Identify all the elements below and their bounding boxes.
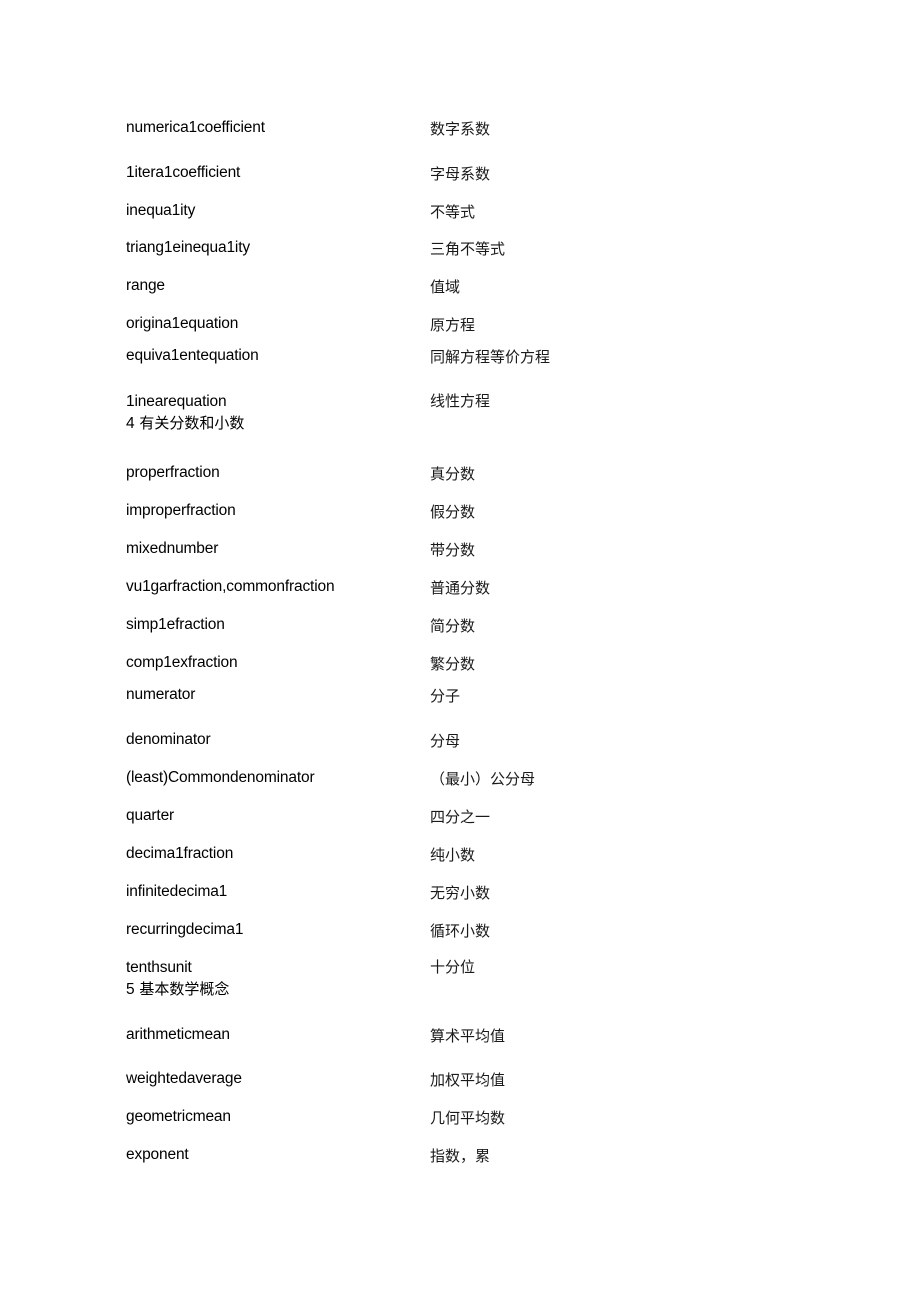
term-english: triang1einequa1ity [126,239,250,256]
term-english: properfraction [126,464,220,481]
section-title: 基本数学概念 [139,980,230,998]
term-english: denominator [126,731,211,748]
term-english: origina1equation [126,315,239,332]
term-chinese: 算术平均值 [430,1027,506,1045]
term-chinese: 同解方程等价方程 [430,348,551,366]
term-english: tenthsunit [126,959,192,976]
term-chinese: 加权平均值 [430,1071,506,1089]
term-chinese: 数字系数 [430,120,491,138]
term-english: geometricmean [126,1108,231,1125]
term-chinese: 普通分数 [430,579,491,597]
term-chinese: （最小）公分母 [430,770,536,788]
term-english: vu1garfraction,commonfraction [126,578,335,595]
term-chinese: 分母 [430,732,461,750]
term-chinese: 循环小数 [430,922,491,940]
term-chinese: 指数，累 [430,1147,491,1165]
section-number: 4 [126,415,135,432]
term-english: comp1exfraction [126,654,238,671]
term-english: weightedaverage [126,1070,242,1087]
term-english: equiva1entequation [126,347,259,364]
term-chinese: 几何平均数 [430,1109,506,1127]
term-chinese: 真分数 [430,465,476,483]
section-heading: 4 有关分数和小数 [126,414,244,433]
section-number: 5 [126,981,135,998]
term-chinese: 纯小数 [430,846,476,864]
term-chinese: 字母系数 [430,165,491,183]
term-english: exponent [126,1146,189,1163]
term-english: (least)Commondenominator [126,769,315,786]
term-chinese: 无穷小数 [430,884,491,902]
term-english: inequa1ity [126,202,196,219]
term-english: numerica1coefficient [126,119,265,136]
term-chinese: 带分数 [430,541,476,559]
term-chinese: 简分数 [430,617,476,635]
term-english: infinitedecima1 [126,883,228,900]
term-english: 1inearequation [126,393,227,410]
term-english: simp1efraction [126,616,225,633]
term-english: arithmeticmean [126,1026,230,1043]
document-page: numerica1coefficient 数字系数 1itera1coefficie… [0,0,920,1301]
term-chinese: 繁分数 [430,655,476,673]
term-english: decima1fraction [126,845,234,862]
term-english: improperfraction [126,502,236,519]
term-english: mixednumber [126,540,219,557]
term-chinese: 原方程 [430,316,476,334]
term-chinese: 值域 [430,278,461,296]
term-chinese: 四分之一 [430,808,491,826]
section-heading: 5 基本数学概念 [126,980,229,999]
term-english: numerator [126,686,196,703]
term-english: range [126,277,165,294]
term-chinese: 分子 [430,687,461,705]
term-english: recurringdecima1 [126,921,244,938]
section-title: 有关分数和小数 [139,414,245,432]
term-english: 1itera1coefficient [126,164,241,181]
term-chinese: 十分位 [430,958,476,976]
term-chinese: 不等式 [430,203,476,221]
term-chinese: 线性方程 [430,392,491,410]
term-english: quarter [126,807,175,824]
term-chinese: 假分数 [430,503,476,521]
term-chinese: 三角不等式 [430,240,506,258]
